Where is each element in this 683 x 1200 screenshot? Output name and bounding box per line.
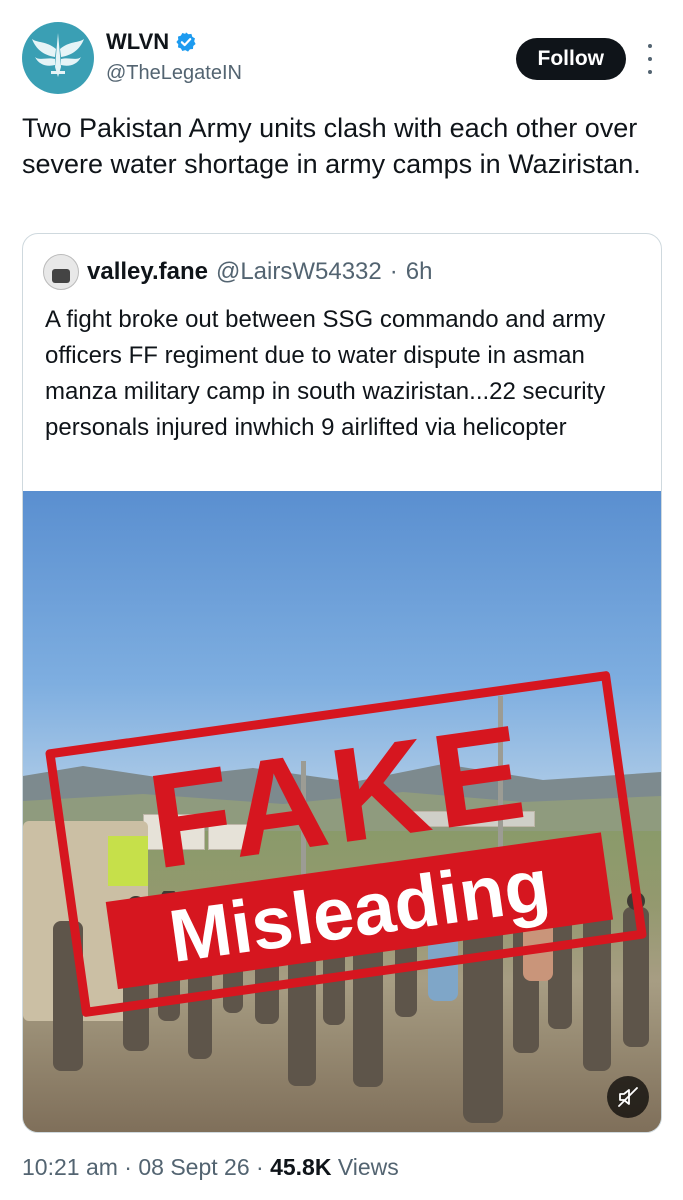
- views-count[interactable]: 45.8K: [270, 1154, 331, 1180]
- quote-author-avatar: [43, 254, 79, 290]
- footer-separator: ·: [256, 1154, 264, 1180]
- tweet-header: WLVN @TheLegateIN Follow: [22, 22, 662, 98]
- tweet-time[interactable]: 10:21 am: [22, 1154, 118, 1180]
- tweet-date[interactable]: 08 Sept 26: [138, 1154, 249, 1180]
- quote-header: valley.fane @LairsW54332 · 6h: [43, 254, 432, 290]
- mute-toggle-button[interactable]: [607, 1076, 649, 1118]
- more-options-icon[interactable]: [638, 44, 662, 74]
- quoted-tweet[interactable]: valley.fane @LairsW54332 · 6h A fight br…: [22, 233, 662, 1133]
- quote-handle: @LairsW54332: [215, 258, 382, 285]
- quote-media-video[interactable]: FAKE Misleading: [23, 491, 661, 1132]
- views-label: Views: [337, 1154, 399, 1180]
- quote-display-name: valley.fane: [87, 258, 208, 285]
- verified-badge-icon: [176, 32, 196, 52]
- quote-separator: ·: [389, 258, 398, 285]
- muted-speaker-icon: [618, 1087, 638, 1107]
- author-display-name[interactable]: WLVN: [106, 28, 169, 56]
- author-name-block: WLVN @TheLegateIN: [106, 28, 242, 86]
- tweet-text: Two Pakistan Army units clash with each …: [22, 113, 641, 179]
- quote-time: 6h: [405, 258, 433, 285]
- author-handle[interactable]: @TheLegateIN: [106, 60, 242, 86]
- follow-button[interactable]: Follow: [515, 38, 626, 80]
- winged-emblem-icon: [32, 33, 84, 77]
- footer-separator: ·: [124, 1154, 132, 1180]
- quote-text: A fight broke out between SSG commando a…: [45, 306, 606, 441]
- author-avatar[interactable]: [22, 22, 94, 94]
- tweet-footer: 10:21 am · 08 Sept 26 · 45.8K Views: [22, 1152, 399, 1182]
